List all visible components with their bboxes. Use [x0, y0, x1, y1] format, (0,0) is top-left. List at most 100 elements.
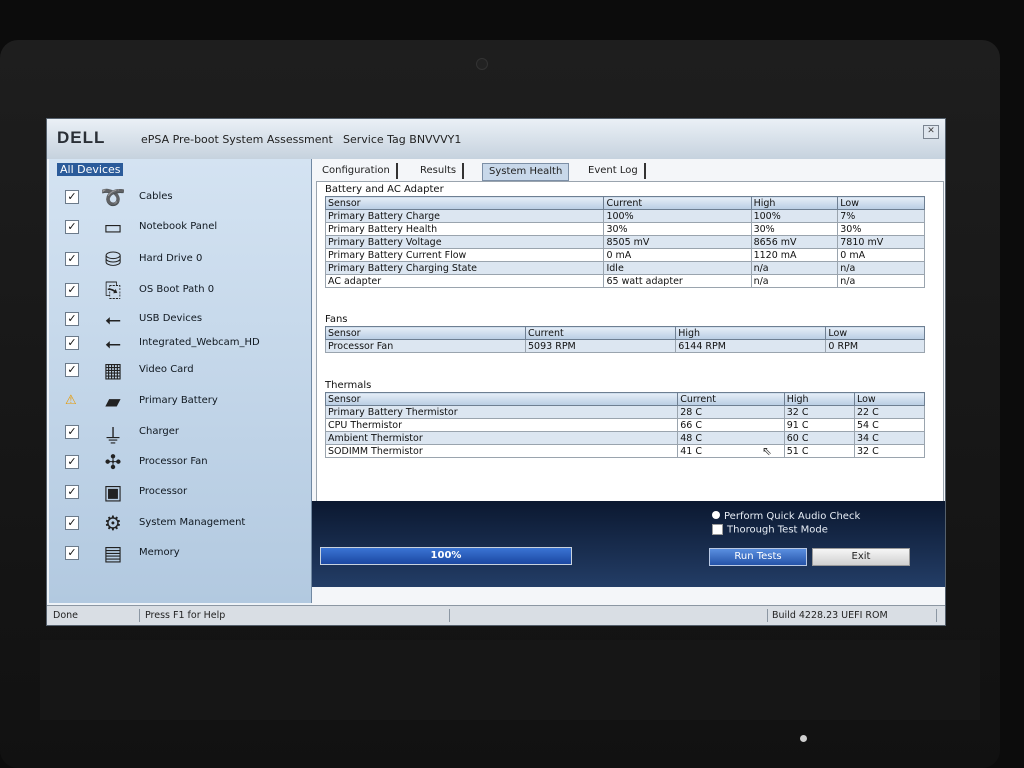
checkbox-icon[interactable]: ✓: [65, 363, 79, 377]
table-cell: Primary Battery Voltage: [324, 235, 605, 249]
table-cell: n/a: [750, 261, 839, 275]
device-item[interactable]: ✓ ⚙ System Management: [65, 511, 305, 535]
table-cell: Primary Battery Charge: [324, 209, 605, 223]
device-label: Cables: [139, 191, 173, 202]
device-item[interactable]: ✓ ⭠ Integrated_Webcam_HD: [65, 331, 305, 355]
table-cell: CPU Thermistor: [324, 418, 679, 432]
table-cell: SODIMM Thermistor: [324, 444, 679, 458]
table-cell: 8656 mV: [750, 235, 839, 249]
usb-icon: ⭠: [105, 307, 121, 331]
table-cell: 60 C: [783, 431, 855, 445]
checkbox-icon[interactable]: ✓: [65, 485, 79, 499]
device-item[interactable]: ✓ ▭ Notebook Panel: [65, 215, 305, 239]
cable-icon: ➰: [100, 185, 126, 209]
thorough-mode-option[interactable]: Thorough Test Mode: [712, 524, 828, 536]
status-state: Done: [49, 609, 140, 622]
column-header: Current: [677, 392, 785, 406]
dell-logo: DELL: [57, 128, 106, 147]
table-cell: Primary Battery Health: [324, 222, 605, 236]
table-cell: 54 C: [853, 418, 926, 432]
device-item[interactable]: ✓ ▤ Memory: [65, 541, 305, 565]
checkbox-icon[interactable]: ✓: [65, 252, 79, 266]
table-cell: 65 watt adapter: [603, 274, 752, 288]
warning-icon[interactable]: ⚠: [65, 393, 77, 408]
action-band: Perform Quick Audio Check Thorough Test …: [312, 501, 945, 587]
table-row: Primary Battery Current Flow 0 mA 1120 mA 0…: [324, 248, 925, 262]
table-cell: 51 C: [783, 444, 855, 458]
progress-label: 100%: [430, 550, 462, 561]
thermals-section-title: Thermals: [325, 380, 372, 391]
column-header: High: [750, 196, 839, 210]
checkbox-icon[interactable]: ✓: [65, 220, 79, 234]
table-cell: 22 C: [853, 405, 926, 419]
checkbox-icon[interactable]: ✓: [65, 546, 79, 560]
tab-results[interactable]: Results: [414, 163, 465, 179]
column-header: Sensor: [324, 326, 527, 340]
run-tests-button[interactable]: Run Tests: [709, 548, 807, 566]
hard-drive-icon: ⛁: [104, 247, 122, 271]
mouse-cursor-icon: ⇖: [762, 444, 773, 458]
device-label: Primary Battery: [139, 395, 218, 406]
column-header: Sensor: [324, 392, 679, 406]
fans-section-title: Fans: [325, 314, 348, 325]
table-row: Primary Battery Charging State Idle n/a n/a: [324, 261, 925, 275]
charger-icon: ⏚: [103, 424, 123, 448]
checkbox-icon[interactable]: ✓: [65, 336, 79, 350]
progress-bar: 100%: [320, 547, 572, 565]
table-header-row: Sensor Current High Low: [324, 196, 925, 210]
column-header: Sensor: [324, 196, 605, 210]
table-row: CPU Thermistor 66 C 91 C 54 C: [324, 418, 926, 432]
tab-system-health[interactable]: System Health: [482, 163, 570, 181]
table-cell: 0 mA: [603, 248, 752, 262]
device-item[interactable]: ✓ ▣ Processor: [65, 480, 305, 504]
device-item[interactable]: ✓ ⎘ OS Boot Path 0: [65, 278, 305, 302]
table-row: Primary Battery Voltage 8505 mV 8656 mV 781…: [324, 235, 925, 249]
battery-section-title: Battery and AC Adapter: [325, 184, 444, 195]
status-help: Press F1 for Help: [141, 609, 450, 622]
checkbox-icon[interactable]: ✓: [65, 425, 79, 439]
exit-button[interactable]: Exit: [812, 548, 910, 566]
thorough-mode-label: Thorough Test Mode: [727, 524, 828, 536]
device-item[interactable]: ✓ ⏚ Charger: [65, 422, 305, 448]
device-item[interactable]: ✓ ⭠ USB Devices: [65, 307, 305, 331]
app-title: ePSA Pre-boot System Assessment: [141, 133, 333, 146]
tab-configuration[interactable]: Configuration: [316, 163, 398, 179]
table-cell: 91 C: [783, 418, 855, 432]
radio-icon: [712, 511, 720, 519]
column-header: High: [783, 392, 855, 406]
table-cell: 100%: [750, 209, 839, 223]
bezel-bottom: [40, 640, 980, 720]
column-header: Low: [825, 326, 925, 340]
checkbox-icon[interactable]: ✓: [65, 283, 79, 297]
column-header: High: [675, 326, 827, 340]
battery-table: Sensor Current High Low Primary Battery Char…: [324, 196, 925, 288]
power-led-icon: [800, 735, 807, 742]
column-header: Low: [853, 392, 926, 406]
quick-audio-option[interactable]: Perform Quick Audio Check: [712, 511, 860, 522]
device-item[interactable]: ✓ ➰ Cables: [65, 185, 305, 209]
table-row: Primary Battery Health 30% 30% 30%: [324, 222, 925, 236]
boot-path-icon: ⎘: [105, 278, 121, 302]
table-cell: n/a: [750, 274, 839, 288]
device-item[interactable]: ⚠ ▰ Primary Battery: [65, 389, 305, 413]
device-item[interactable]: ✓ ⛁ Hard Drive 0: [65, 247, 305, 271]
checkbox-icon[interactable]: ✓: [65, 190, 79, 204]
table-cell: 7%: [837, 209, 925, 223]
table-header-row: Sensor Current High Low: [324, 326, 925, 340]
close-button[interactable]: ✕: [923, 125, 939, 139]
checkbox-icon[interactable]: ✓: [65, 312, 79, 326]
checkbox-icon[interactable]: ✓: [65, 516, 79, 530]
memory-icon: ▤: [103, 541, 123, 565]
table-cell: 7810 mV: [837, 235, 925, 249]
processor-icon: ▣: [103, 480, 123, 504]
device-item[interactable]: ✓ ▦ Video Card: [65, 358, 305, 382]
epsa-window: DELL ePSA Pre-boot System Assessment Ser…: [46, 118, 946, 626]
table-cell: 30%: [603, 222, 752, 236]
device-item[interactable]: ✓ ✣ Processor Fan: [65, 450, 305, 474]
table-cell: 100%: [603, 209, 752, 223]
checkbox-icon[interactable]: ✓: [65, 455, 79, 469]
device-label: System Management: [139, 517, 246, 528]
all-devices-header[interactable]: All Devices: [57, 163, 124, 176]
device-label: Memory: [139, 547, 180, 558]
tab-event-log[interactable]: Event Log: [582, 163, 646, 179]
